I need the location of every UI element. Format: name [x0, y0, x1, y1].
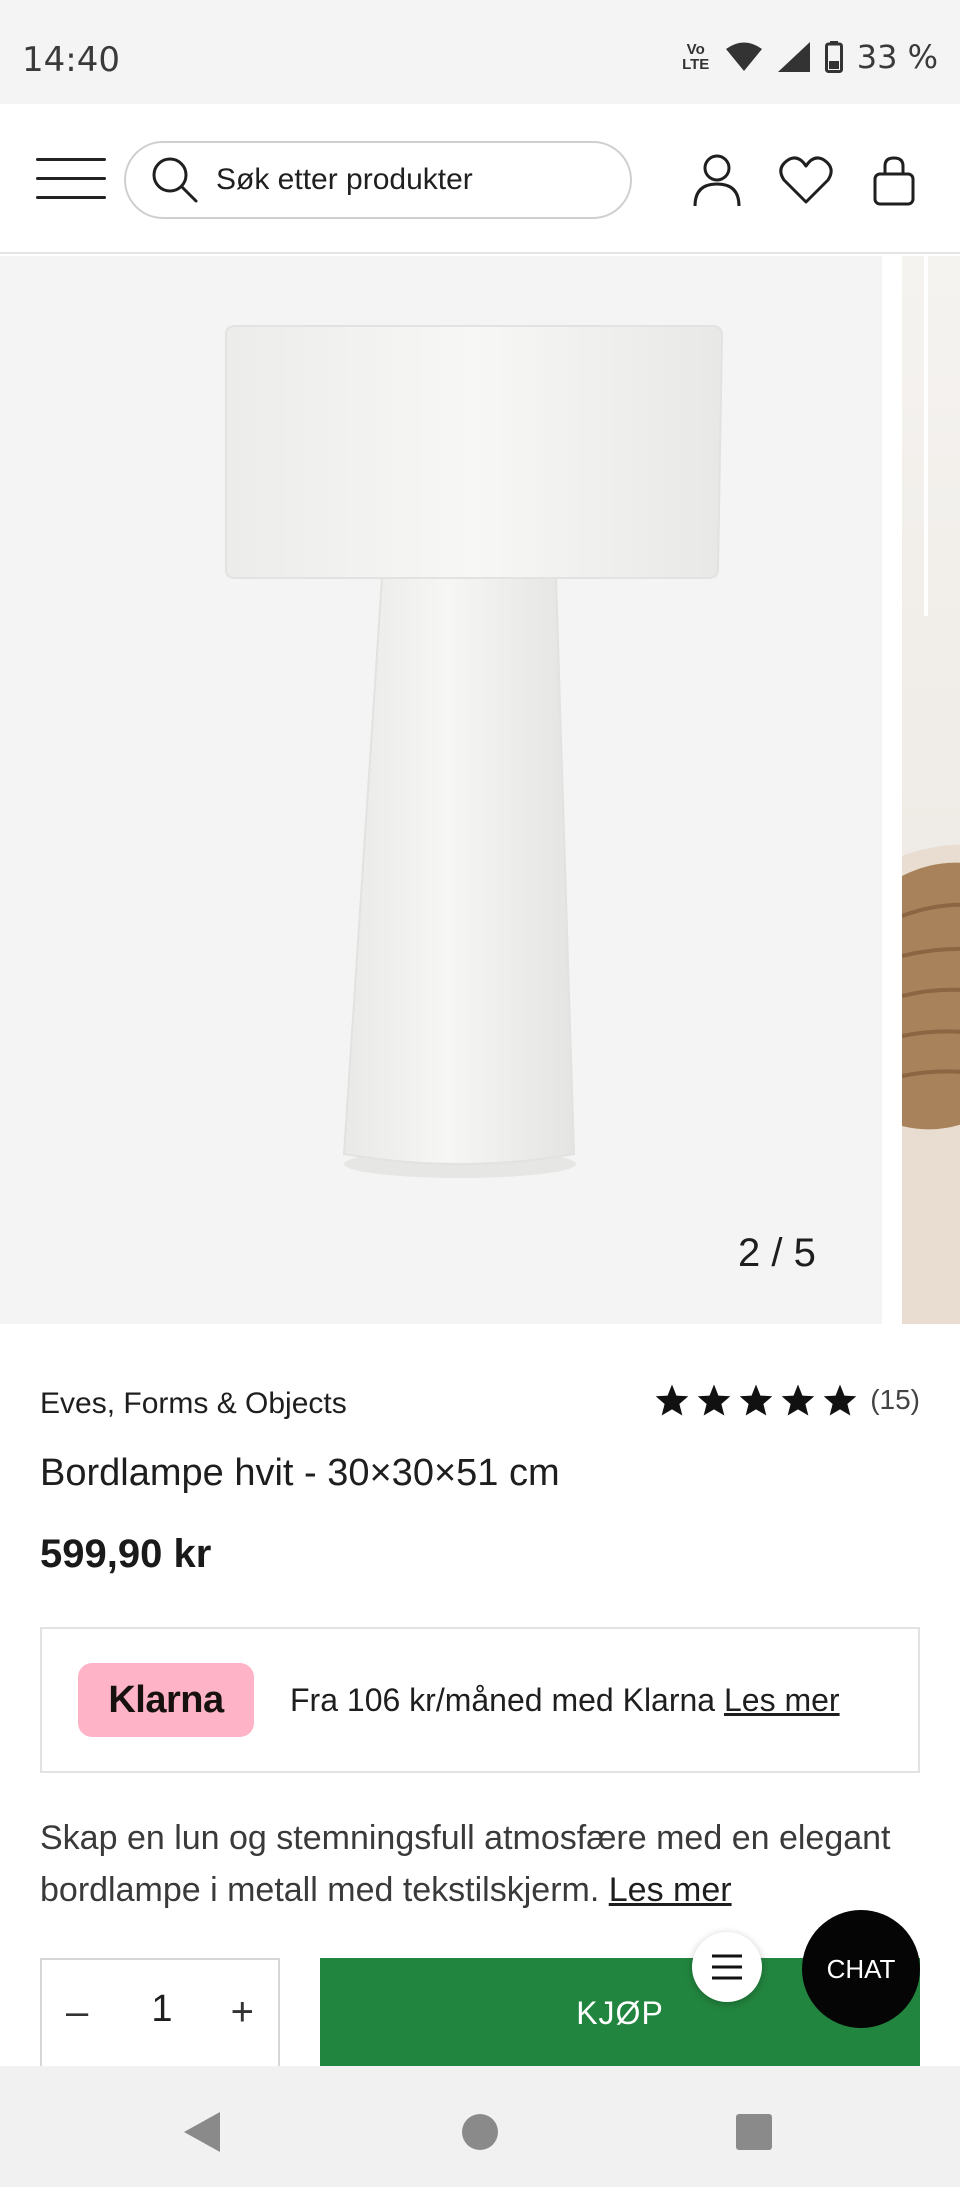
klarna-logo: Klarna	[78, 1663, 254, 1737]
status-time: 14:40	[22, 40, 120, 80]
site-header: Søk etter produkter	[0, 104, 960, 254]
list-menu-icon	[712, 1954, 742, 1980]
account-icon[interactable]	[689, 152, 745, 208]
search-icon	[152, 157, 198, 203]
klarna-financing-box: Klarna Fra 106 kr/måned med Klarna Les m…	[40, 1627, 920, 1773]
star-icon	[697, 1384, 731, 1416]
star-icon	[781, 1384, 815, 1416]
quantity-value[interactable]: 1	[150, 1988, 174, 2031]
product-rating[interactable]: (15)	[654, 1383, 920, 1417]
klarna-offer: Fra 106 kr/måned med Klarna	[290, 1681, 716, 1718]
battery-icon	[824, 41, 843, 73]
search-placeholder: Søk etter produkter	[216, 163, 473, 196]
klarna-read-more-link[interactable]: Les mer	[724, 1682, 840, 1718]
back-nav-icon[interactable]	[182, 2110, 222, 2154]
description-text: Skap en lun og stemningsfull atmosfære m…	[40, 1819, 891, 1909]
signal-icon	[777, 42, 810, 72]
home-nav-icon[interactable]	[460, 2110, 500, 2154]
search-input[interactable]: Søk etter produkter	[124, 141, 632, 219]
quantity-decrease-button[interactable]: –	[66, 1990, 88, 2035]
star-icon	[823, 1384, 857, 1416]
system-navigation-bar	[0, 2066, 960, 2187]
product-brand[interactable]: Eves, Forms & Objects	[40, 1387, 347, 1421]
wishlist-heart-icon[interactable]	[778, 152, 834, 208]
klarna-text: Fra 106 kr/måned med Klarna Les mer	[290, 1682, 840, 1719]
product-image-gallery[interactable]: 2 / 5	[0, 256, 960, 1324]
volte-icon: Vo LTE	[682, 41, 710, 73]
recents-nav-icon[interactable]	[734, 2110, 774, 2154]
lamp-product-image	[225, 325, 724, 1178]
product-image-slide[interactable]: 2 / 5	[0, 256, 882, 1324]
product-title: Bordlampe hvit - 30×30×51 cm	[40, 1452, 560, 1494]
product-description: Skap en lun og stemningsfull atmosfære m…	[40, 1812, 940, 1916]
product-price: 599,90 kr	[40, 1532, 212, 1576]
star-icon	[655, 1384, 689, 1416]
star-icon	[739, 1384, 773, 1416]
shopping-bag-icon[interactable]	[866, 152, 922, 208]
wifi-icon	[725, 42, 762, 71]
status-bar: 14:40 Vo LTE 33 %	[0, 0, 960, 104]
next-image-slide-preview[interactable]	[902, 256, 960, 1324]
hamburger-menu-icon[interactable]	[36, 156, 106, 202]
chat-button[interactable]: CHAT	[802, 1910, 920, 2028]
battery-percent: 33 %	[856, 38, 938, 76]
vase-partial-image	[902, 256, 960, 1324]
quantity-increase-button[interactable]: +	[231, 1990, 254, 2035]
image-counter: 2 / 5	[738, 1231, 816, 1275]
rating-count: (15)	[870, 1384, 920, 1415]
status-icons: Vo LTE 33 %	[681, 38, 938, 76]
floating-menu-button[interactable]	[692, 1932, 762, 2002]
quantity-stepper: – 1 +	[40, 1958, 280, 2068]
description-read-more-link[interactable]: Les mer	[609, 1871, 732, 1909]
